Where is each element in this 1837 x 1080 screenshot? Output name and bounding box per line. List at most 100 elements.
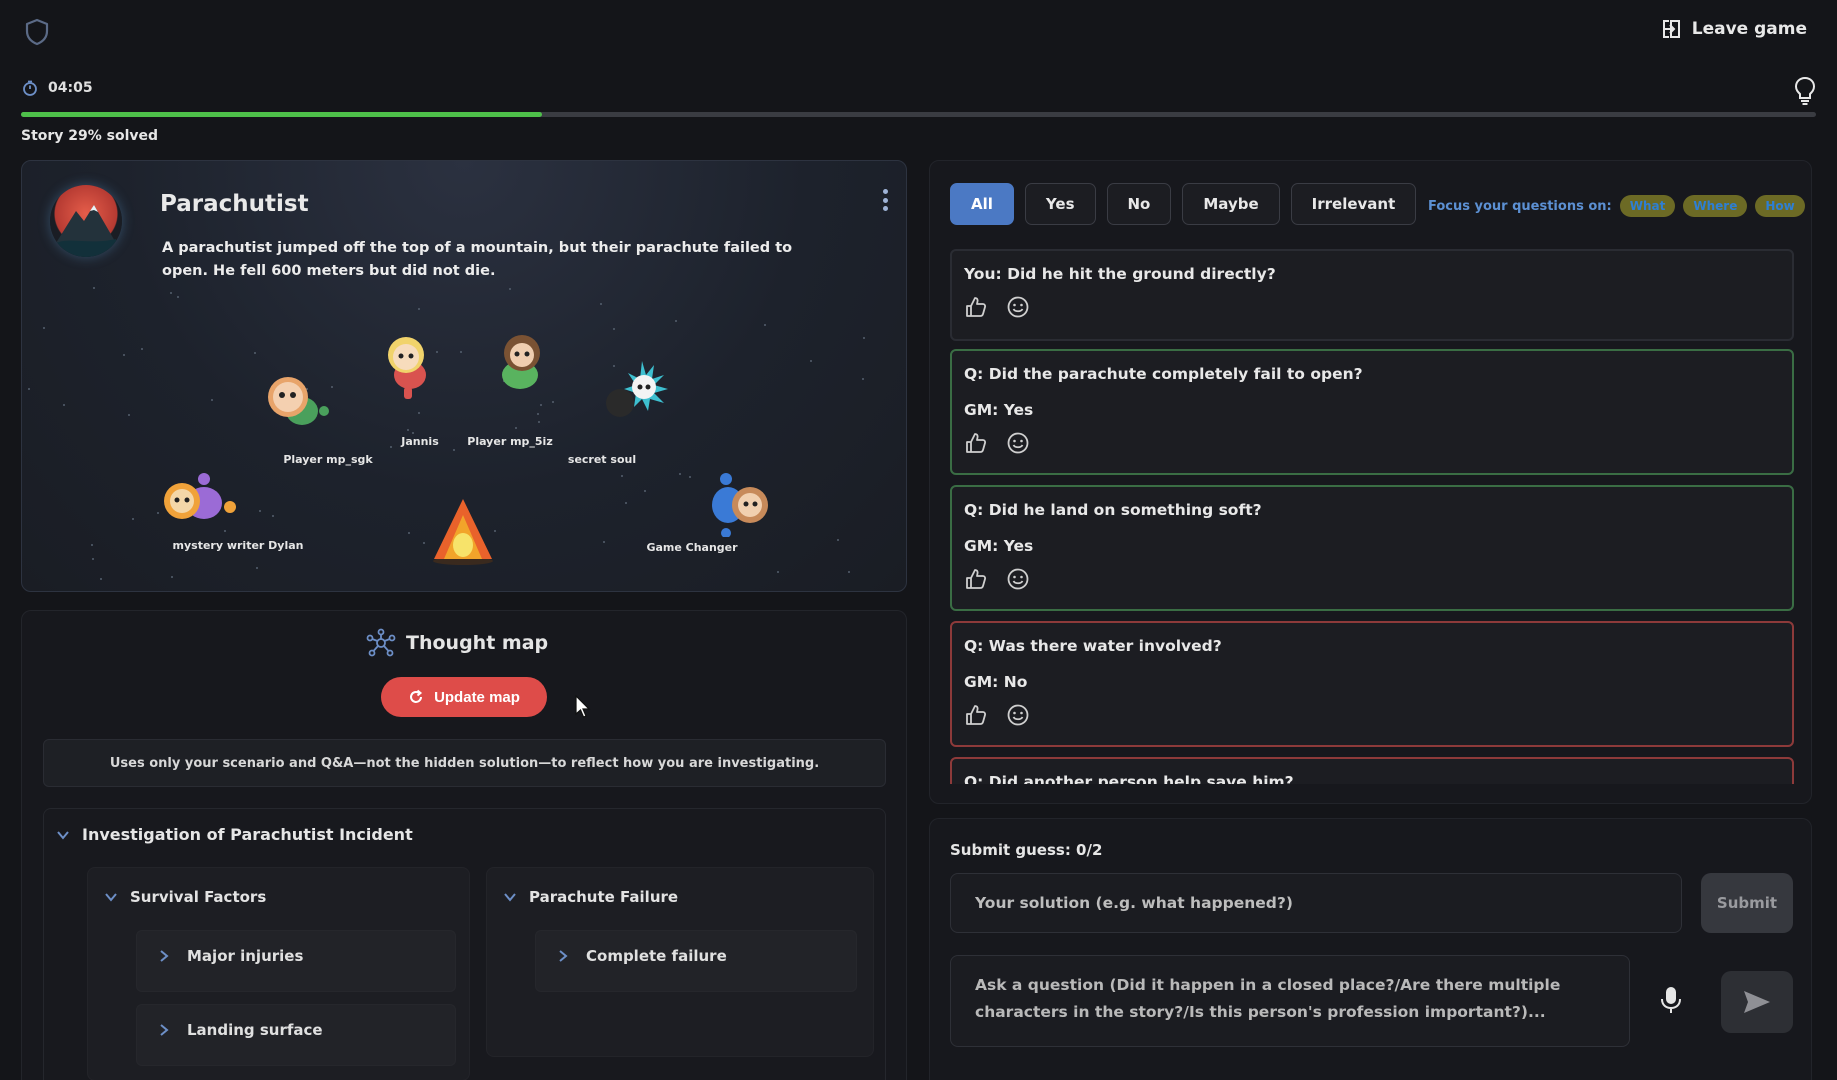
star-dot [810, 360, 812, 362]
star-dot [603, 541, 605, 543]
star-dot [170, 292, 172, 294]
story-more-options-icon[interactable] [882, 189, 888, 211]
qa-actions [964, 567, 1780, 591]
submit-guess-counter: Submit guess: 0/2 [950, 841, 1103, 859]
star-dot [141, 348, 143, 350]
filter-maybe[interactable]: Maybe [1182, 183, 1280, 225]
guess-panel: Submit guess: 0/2 Submit [929, 818, 1812, 1080]
emoji-react-icon[interactable] [1006, 295, 1030, 319]
star-dot [675, 320, 677, 322]
thought-map-tree: Investigation of Parachutist Incident Su… [43, 808, 886, 1080]
star-dot [509, 288, 511, 290]
campfire-icon [433, 499, 493, 565]
player-name: Game Changer [646, 541, 738, 554]
player-avatar [374, 329, 444, 405]
player-character-icon [388, 337, 426, 399]
tree-leaf-major-injuries[interactable]: Major injuries [136, 930, 456, 992]
tree-branch-survival-factors: Survival Factors Major injuries Landing … [87, 867, 470, 1080]
qa-actions [964, 431, 1780, 455]
focus-chip-how[interactable]: How [1755, 195, 1805, 217]
emoji-react-icon[interactable] [1006, 431, 1030, 455]
star-dot [621, 475, 623, 477]
player-avatar [486, 329, 556, 405]
focus-chip-where[interactable]: Where [1683, 195, 1748, 217]
tree-root-node[interactable]: Investigation of Parachutist Incident [56, 825, 413, 844]
qa-item-yes: Q: Did the parachute completely fail to … [950, 349, 1794, 475]
star-dot [132, 518, 134, 520]
tree-branch-toggle[interactable]: Parachute Failure [503, 888, 678, 906]
star-dot [625, 502, 627, 504]
tree-leaf-label: Major injuries [187, 947, 304, 965]
focus-chip-what[interactable]: What [1619, 195, 1676, 217]
tree-branch-toggle[interactable]: Survival Factors [104, 888, 266, 906]
player-character-icon [712, 473, 768, 538]
qa-item-yes: Q: Did he land on something soft? GM: Ye… [950, 485, 1794, 611]
thumbs-up-icon[interactable] [964, 567, 988, 591]
player-character-icon [502, 335, 540, 389]
filter-no[interactable]: No [1106, 183, 1172, 225]
player-character-icon [606, 361, 668, 417]
qa-item-pending: You: Did he hit the ground directly? [950, 249, 1794, 341]
star-dot [418, 412, 420, 414]
player-avatar [596, 357, 672, 433]
tree-leaf-complete-failure[interactable]: Complete failure [535, 930, 857, 992]
star-dot [272, 515, 274, 517]
tree-branch-parachute-failure: Parachute Failure Complete failure [486, 867, 874, 1057]
microphone-icon[interactable] [1660, 985, 1682, 1015]
emoji-react-icon[interactable] [1006, 703, 1030, 727]
star-dot [862, 378, 864, 380]
story-mountain-avatar [50, 185, 122, 257]
game-timer: 04:05 [22, 80, 93, 96]
submit-guess-button[interactable]: Submit [1701, 873, 1793, 933]
star-dot [91, 544, 93, 546]
player-name: Player mp_5iz [467, 435, 553, 448]
thumbs-up-icon[interactable] [964, 703, 988, 727]
star-dot [644, 490, 646, 492]
hint-lightbulb-icon[interactable] [1793, 76, 1817, 106]
star-dot [256, 567, 258, 569]
thumbs-up-icon[interactable] [964, 431, 988, 455]
star-dot [211, 399, 213, 401]
tree-root-label: Investigation of Parachutist Incident [82, 825, 413, 844]
emoji-react-icon[interactable] [1006, 567, 1030, 591]
star-dot [515, 427, 517, 429]
star-dot [689, 476, 691, 478]
tree-branch-label: Survival Factors [130, 888, 267, 906]
star-dot [537, 413, 539, 415]
focus-hint: Focus your questions on: What Where How [1428, 195, 1805, 217]
star-dot [600, 303, 602, 305]
qa-question: Q: Was there water involved? [964, 637, 1222, 655]
player-name: Jannis [401, 435, 439, 448]
filter-irrelevant[interactable]: Irrelevant [1290, 183, 1417, 225]
update-map-button[interactable]: Update map [381, 677, 547, 717]
chevron-right-icon [160, 950, 169, 962]
story-progress-fill [21, 112, 542, 117]
star-dot [837, 539, 839, 541]
qa-actions [964, 295, 1780, 319]
solution-input[interactable] [950, 873, 1682, 933]
star-dot [423, 542, 425, 544]
send-question-button[interactable] [1721, 971, 1793, 1033]
chevron-right-icon [559, 950, 568, 962]
star-dot [28, 388, 30, 390]
star-dot [418, 308, 420, 310]
qa-question: You: Did he hit the ground directly? [964, 265, 1276, 283]
thought-map-note: Uses only your scenario and Q&A—not the … [43, 739, 886, 787]
star-dot [863, 337, 865, 339]
star-dot [100, 578, 102, 580]
tree-leaf-landing-surface[interactable]: Landing surface [136, 1004, 456, 1066]
filter-yes[interactable]: Yes [1024, 183, 1096, 225]
star-dot [171, 576, 173, 578]
story-progress-label: Story 29% solved [21, 128, 159, 144]
thumbs-up-icon[interactable] [964, 295, 988, 319]
player-name: secret soul [567, 453, 637, 466]
ask-question-input[interactable] [950, 955, 1630, 1047]
star-dot [123, 354, 125, 356]
mouse-cursor-icon [575, 695, 591, 718]
filter-all[interactable]: All [950, 183, 1014, 225]
story-title: Parachutist [160, 191, 309, 217]
qa-answer: GM: Yes [964, 401, 1034, 419]
qa-question: Q: Did another person help save him? [964, 773, 1294, 784]
player-character-icon [164, 473, 236, 519]
leave-game-button[interactable]: Leave game [1660, 18, 1807, 40]
